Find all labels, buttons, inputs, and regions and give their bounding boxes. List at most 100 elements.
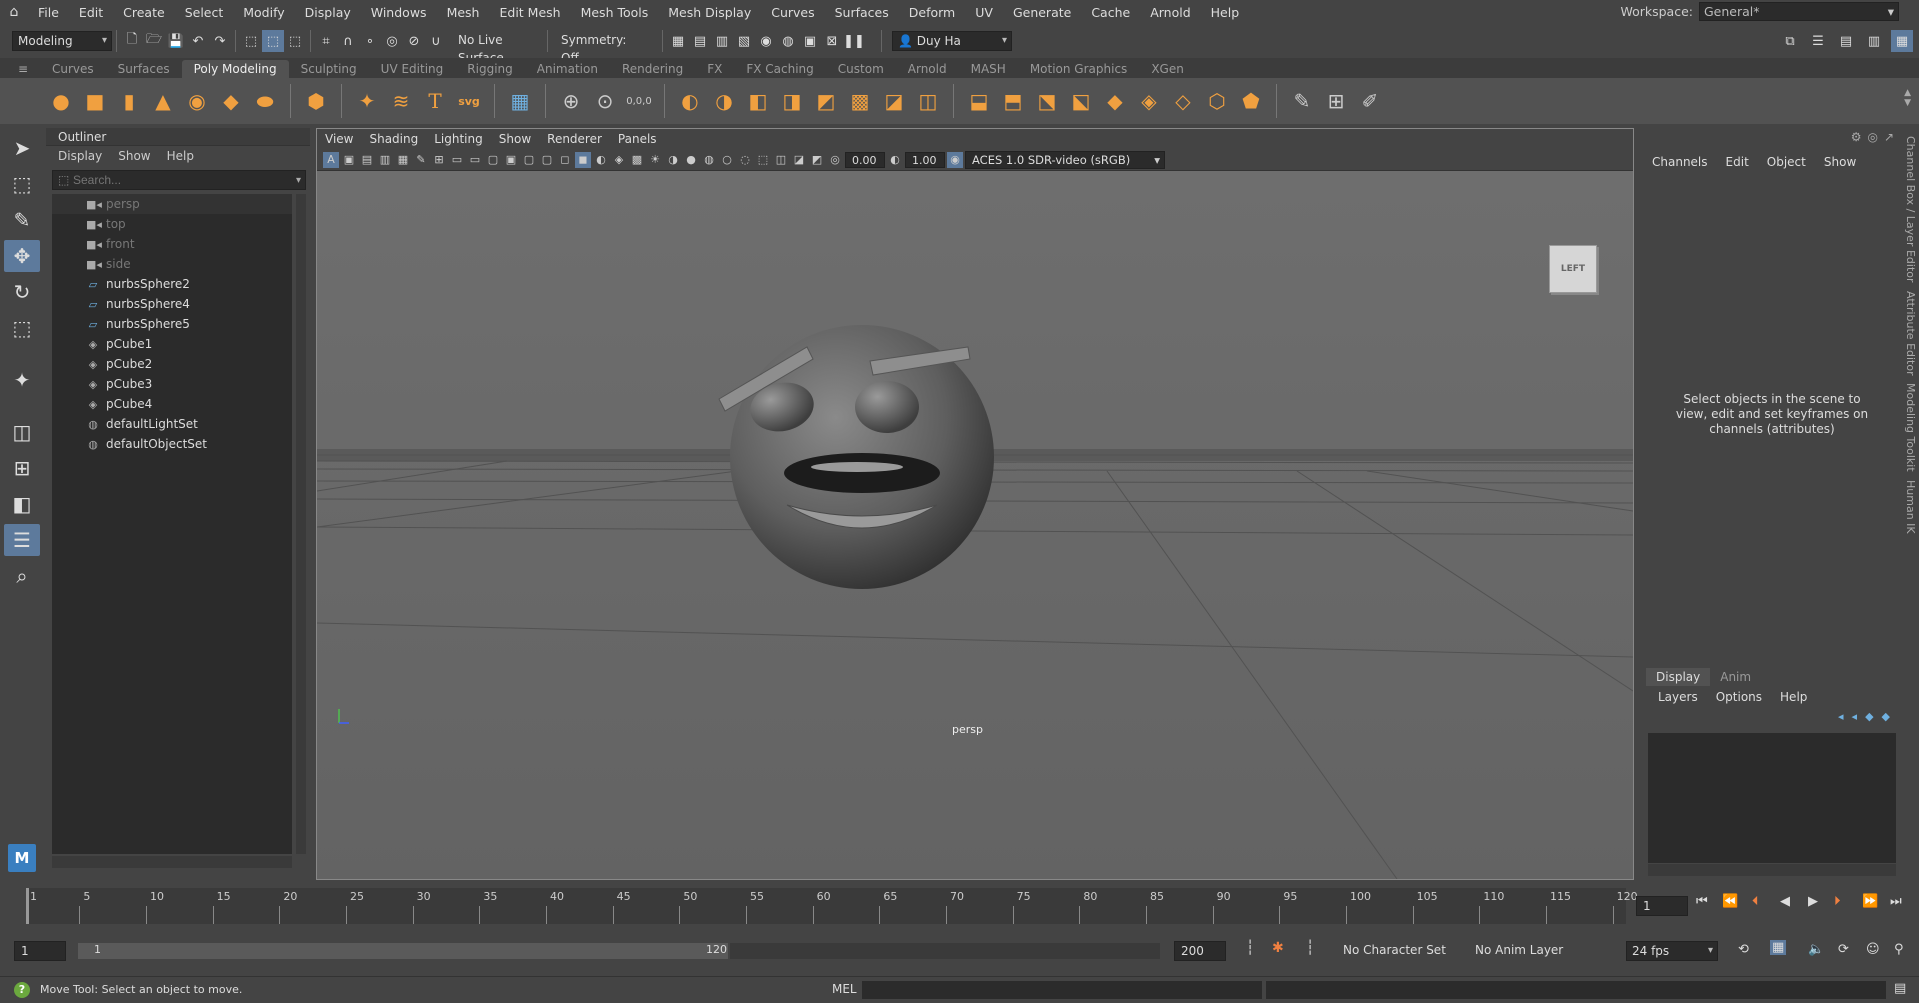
smooth-icon[interactable]: ◧ [743, 86, 773, 116]
textured-icon[interactable]: ▩ [629, 152, 645, 168]
field-chart-icon[interactable]: ▣ [503, 152, 519, 168]
menu-create[interactable]: Create [113, 5, 175, 20]
ambient-occlusion-icon[interactable]: ● [683, 152, 699, 168]
outliner-item[interactable]: ■◂ side [52, 254, 292, 274]
image-plane-icon[interactable]: ▥ [377, 152, 393, 168]
boolean-icon[interactable]: ◨ [777, 86, 807, 116]
select-hierarchy-icon[interactable]: ⬚ [240, 30, 262, 52]
isolate-select-icon[interactable]: ⬚ [755, 152, 771, 168]
user-account[interactable]: 👤 Duy Ha ▾ [892, 31, 1012, 51]
tool-settings-icon[interactable]: ▤ [1835, 30, 1857, 52]
separate-icon[interactable]: ◑ [709, 86, 739, 116]
layer-editor-icon[interactable]: ▦ [1891, 30, 1913, 52]
depth-of-field-icon[interactable]: ◌ [737, 152, 753, 168]
range-track[interactable] [730, 943, 1160, 959]
anti-alias-icon[interactable]: ○ [719, 152, 735, 168]
grease-pencil-icon[interactable]: ✎ [413, 152, 429, 168]
poly-cylinder-icon[interactable]: ▮ [114, 86, 144, 116]
wedge-icon[interactable]: ⬟ [1236, 86, 1266, 116]
render-view-icon[interactable]: ▦ [667, 30, 689, 52]
menu-cache[interactable]: Cache [1081, 5, 1140, 20]
key-separator-icon[interactable]: ┆ [1306, 940, 1314, 956]
gate-mask-icon[interactable]: ▢ [485, 152, 501, 168]
side-tab-channel-box-layer-editor[interactable]: Channel Box / Layer Editor [1904, 136, 1917, 283]
shadows-icon[interactable]: ◑ [665, 152, 681, 168]
shelf-tab-motion-graphics[interactable]: Motion Graphics [1018, 60, 1140, 78]
outliner-menu-show[interactable]: Show [118, 149, 150, 163]
viewport-menu-lighting[interactable]: Lighting [434, 132, 483, 146]
viewport-menu-show[interactable]: Show [499, 132, 531, 146]
render-settings-icon[interactable]: ▧ [733, 30, 755, 52]
shelf-tab-rigging[interactable]: Rigging [455, 60, 524, 78]
safe-title-icon[interactable]: ▢ [539, 152, 555, 168]
animation-end-field[interactable]: 200 [1174, 941, 1226, 961]
poly-cone-icon[interactable]: ▲ [148, 86, 178, 116]
outliner-item[interactable]: ■◂ top [52, 214, 292, 234]
save-scene-icon[interactable]: 💾 [165, 30, 187, 52]
poly-plane-icon[interactable]: ◆ [216, 86, 246, 116]
freeze-transform-icon[interactable]: ⊙ [590, 86, 620, 116]
outliner-item[interactable]: ◍ defaultLightSet [52, 414, 292, 434]
snap-live-icon[interactable]: ⊘ [403, 30, 425, 52]
arnold-render-icon[interactable]: ◍ [777, 30, 799, 52]
live-surface-field[interactable]: No Live Surface [453, 31, 543, 65]
viewport-menu-shading[interactable]: Shading [369, 132, 418, 146]
grid-icon[interactable]: ⊞ [431, 152, 447, 168]
2d-pan-icon[interactable]: ▦ [395, 152, 411, 168]
poly-cube-icon[interactable]: ■ [80, 86, 110, 116]
color-space-select[interactable]: ACES 1.0 SDR-video (sRGB) [965, 150, 1165, 169]
shelf-tab-sculpting[interactable]: Sculpting [289, 60, 369, 78]
side-tab-attribute-editor[interactable]: Attribute Editor [1904, 291, 1917, 376]
poly-disc-icon[interactable]: ⬬ [250, 86, 280, 116]
xray-components-icon[interactable]: ◩ [809, 152, 825, 168]
shelf-tab-surfaces[interactable]: Surfaces [106, 60, 182, 78]
step-forward-key-icon[interactable]: ⏩ [1862, 894, 1878, 909]
menu-help[interactable]: Help [1201, 5, 1250, 20]
single-view-icon[interactable]: ◫ [4, 416, 40, 448]
shelf-tab-custom[interactable]: Custom [826, 60, 896, 78]
center-pivot-icon[interactable]: ⊕ [556, 86, 586, 116]
current-frame-field[interactable]: 1 [1636, 896, 1688, 916]
poly-sphere-icon[interactable]: ● [46, 86, 76, 116]
reduce-icon[interactable]: ◫ [913, 86, 943, 116]
layer-tab-anim[interactable]: Anim [1710, 668, 1761, 686]
layer-menu-options[interactable]: Options [1716, 690, 1762, 704]
multi-cut-icon[interactable]: ✎ [1287, 86, 1317, 116]
command-input[interactable] [862, 981, 1262, 999]
menu-edit-mesh[interactable]: Edit Mesh [489, 5, 570, 20]
menu-uv[interactable]: UV [965, 5, 1003, 20]
snap-point-icon[interactable]: ∘ [359, 30, 381, 52]
channelbox-menu-edit[interactable]: Edit [1726, 155, 1749, 169]
play-backward-icon[interactable]: ◀ [1780, 894, 1790, 909]
outliner-menu-help[interactable]: Help [167, 149, 194, 163]
safe-action-icon[interactable]: ▢ [521, 152, 537, 168]
time-ruler[interactable]: 1 5 10 15 20 25 30 35 40 45 50 55 60 65 70 75 80 85 90 95 10… [26, 888, 1638, 924]
anim-prefs-icon[interactable]: ⟳ [1838, 942, 1849, 957]
menu-mesh-display[interactable]: Mesh Display [658, 5, 761, 20]
outliner-item[interactable]: ▱ nurbsSphere4 [52, 294, 292, 314]
layer-menu-layers[interactable]: Layers [1658, 690, 1698, 704]
outliner-item[interactable]: ▱ nurbsSphere5 [52, 314, 292, 334]
snap-view-icon[interactable]: ◎ [381, 30, 403, 52]
outliner-item[interactable]: ■◂ persp [52, 194, 292, 214]
snap-grid-icon[interactable]: ⌗ [315, 30, 337, 52]
color-management-icon[interactable]: ◉ [947, 151, 963, 168]
menu-mesh-tools[interactable]: Mesh Tools [571, 5, 659, 20]
xray-joints-icon[interactable]: ◪ [791, 152, 807, 168]
lasso-tool-icon[interactable]: ⬚ [4, 168, 40, 200]
target-weld-icon[interactable]: ⊞ [1321, 86, 1351, 116]
menu-file[interactable]: File [28, 5, 69, 20]
svg-icon[interactable]: svg [454, 86, 484, 116]
two-view-icon[interactable]: ◧ [4, 488, 40, 520]
current-time-marker[interactable] [26, 888, 29, 924]
loop-icon[interactable]: ⟲ [1738, 942, 1749, 957]
fill-hole-icon[interactable]: ◈ [1134, 86, 1164, 116]
select-component-icon[interactable]: ⬚ [284, 30, 306, 52]
symmetry-select[interactable]: Symmetry: Off [556, 31, 642, 65]
menu-select[interactable]: Select [175, 5, 234, 20]
viewcube[interactable]: LEFT [1549, 245, 1597, 293]
shelf-tab-rendering[interactable]: Rendering [610, 60, 695, 78]
outliner-hscrollbar[interactable] [52, 856, 292, 868]
shelf-tab-poly-modeling[interactable]: Poly Modeling [181, 60, 289, 78]
outliner-item[interactable]: ▱ nurbsSphere2 [52, 274, 292, 294]
